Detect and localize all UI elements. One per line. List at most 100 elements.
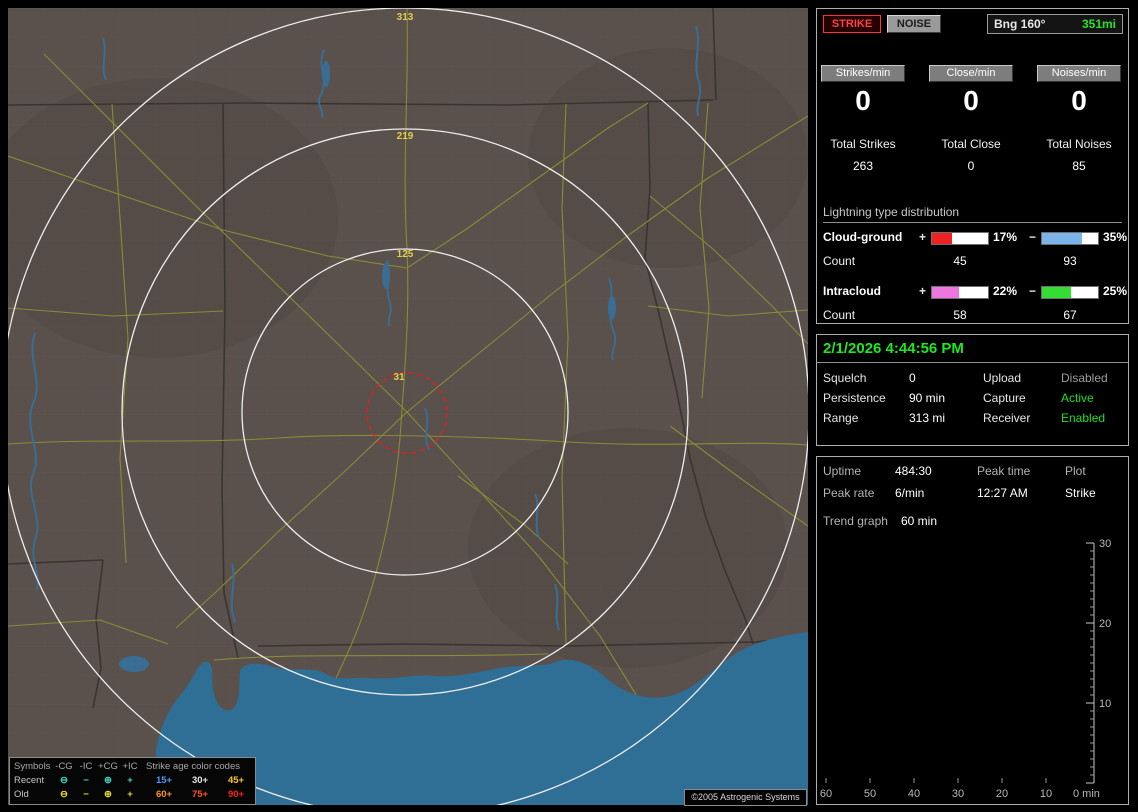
ic-plus-count: 58 xyxy=(953,308,967,322)
minus-icon: − xyxy=(1029,284,1037,298)
app-window: { "map": { "ring_labels": ["313", "219",… xyxy=(0,0,1138,812)
trend-x-tick-10: 10 xyxy=(1040,788,1052,800)
persistence-label: Persistence xyxy=(823,391,886,405)
circle-minus-icon: ⊖ xyxy=(60,789,68,800)
peak-rate-label: Peak rate xyxy=(823,486,875,500)
plus-icon: + xyxy=(127,775,133,786)
map-canvas: 313 219 125 31 xyxy=(0,7,810,812)
age-90: 90+ xyxy=(227,789,245,800)
trend-y-tick-20: 20 xyxy=(1099,618,1111,630)
close-per-min-button[interactable]: Close/min xyxy=(929,65,1013,82)
uptime-row: Uptime 484:30 Peak time Plot xyxy=(823,464,1126,480)
plus-icon: + xyxy=(127,789,133,800)
age-75: 75+ xyxy=(191,789,209,800)
copyright-notice: ©2005 Astrogenic Systems xyxy=(684,789,807,806)
status-row: Persistence 90 min Capture Active xyxy=(823,391,1126,407)
receiver-status: Enabled xyxy=(1061,411,1106,425)
strike-stats-panel: STRIKE NOISE Bng 160° 351mi Strikes/min … xyxy=(816,8,1129,324)
intracloud-row: Intracloud + 22% − 25% xyxy=(823,284,1127,299)
capture-status: Active xyxy=(1061,391,1094,405)
cg-minus-count: 93 xyxy=(1063,254,1077,268)
total-noises-value: 85 xyxy=(1072,159,1086,173)
trend-panel: Uptime 484:30 Peak time Plot Peak rate 6… xyxy=(816,456,1129,805)
trend-x-tick-40: 40 xyxy=(908,788,920,800)
range-value: 313 mi xyxy=(909,411,946,425)
squelch-label: Squelch xyxy=(823,371,867,385)
system-status-panel: 2/1/2026 4:44:56 PM Squelch 0 Upload Dis… xyxy=(816,334,1129,446)
total-close-value: 0 xyxy=(967,159,975,173)
uptime-label: Uptime xyxy=(823,464,862,478)
range-label: Range xyxy=(823,411,859,425)
uptime-value: 484:30 xyxy=(895,464,932,478)
peak-rate-value: 6/min xyxy=(895,486,925,500)
cg-minus-bar xyxy=(1041,232,1099,245)
close-per-min-value: 0 xyxy=(963,85,979,116)
age-60: 60+ xyxy=(155,789,173,800)
plot-value: Strike xyxy=(1065,486,1096,500)
strike-legend: Symbols -CG -IC +CG +IC Strike age color… xyxy=(9,757,256,805)
trend-x-tick-30: 30 xyxy=(952,788,964,800)
strike-button[interactable]: STRIKE xyxy=(823,15,881,33)
total-strikes-value: 263 xyxy=(852,159,874,173)
legend-col-ncg: -CG xyxy=(55,761,73,772)
cg-plus-bar xyxy=(931,232,989,245)
trend-x-tick-0min: 0 min xyxy=(1073,788,1100,800)
legend-col-pic: +IC xyxy=(122,761,138,772)
status-row: Squelch 0 Upload Disabled xyxy=(823,371,1126,387)
total-noises-label: Total Noises xyxy=(1046,137,1112,151)
plus-icon: + xyxy=(919,230,927,244)
age-30: 30+ xyxy=(191,775,209,786)
plot-label: Plot xyxy=(1065,464,1086,478)
trend-y-tick-10: 10 xyxy=(1099,698,1111,710)
minus-icon: − xyxy=(1029,230,1037,244)
distribution-title: Lightning type distribution xyxy=(823,205,1122,223)
ring-label-31: 31 xyxy=(393,372,405,383)
cloud-ground-label: Cloud-ground xyxy=(823,230,903,244)
status-row: Range 313 mi Receiver Enabled xyxy=(823,411,1126,427)
age-15: 15+ xyxy=(155,775,173,786)
trend-graph-value: 60 min xyxy=(901,514,938,528)
ic-plus-percent: 22% xyxy=(993,284,1018,298)
receiver-label: Receiver xyxy=(983,411,1031,425)
count-label: Count xyxy=(823,308,856,322)
total-close-label: Total Close xyxy=(941,137,1001,151)
upload-label: Upload xyxy=(983,371,1022,385)
trend-minor-ticks xyxy=(1090,550,1094,776)
datetime-display: 2/1/2026 4:44:56 PM xyxy=(823,340,964,357)
plus-icon: + xyxy=(919,284,927,298)
ring-label-219: 219 xyxy=(397,131,414,142)
capture-label: Capture xyxy=(983,391,1026,405)
trend-x-tick-50: 50 xyxy=(864,788,876,800)
persistence-value: 90 min xyxy=(909,391,946,405)
legend-col-pcg: +CG xyxy=(98,761,118,772)
peak-time-value: 12:27 AM xyxy=(977,486,1028,500)
trend-x-tick-20: 20 xyxy=(996,788,1008,800)
divider xyxy=(817,362,1128,363)
ic-minus-bar xyxy=(1041,286,1099,299)
minus-icon: − xyxy=(83,789,89,800)
peak-time-label: Peak time xyxy=(977,464,1031,478)
noise-button[interactable]: NOISE xyxy=(887,15,941,33)
strikes-per-min-value: 0 xyxy=(855,85,871,116)
upload-status: Disabled xyxy=(1061,371,1108,385)
ic-plus-bar xyxy=(931,286,989,299)
trend-graph-label: Trend graph xyxy=(823,514,888,528)
noises-per-min-value: 0 xyxy=(1071,85,1087,116)
trend-x-ticks xyxy=(825,778,1047,783)
circle-plus-icon: ⊕ xyxy=(104,789,112,800)
noises-per-min-button[interactable]: Noises/min xyxy=(1037,65,1121,82)
strikes-per-min-button[interactable]: Strikes/min xyxy=(821,65,905,82)
trend-graph-row: Trend graph 60 min xyxy=(823,514,1126,530)
ring-label-125: 125 xyxy=(397,249,414,260)
circle-minus-icon: ⊖ xyxy=(60,775,68,786)
trend-y-tick-30: 30 xyxy=(1099,538,1111,550)
minus-icon: − xyxy=(83,775,89,786)
cg-plus-count: 45 xyxy=(953,254,967,268)
bearing-label: Bng 160° xyxy=(994,17,1046,31)
legend-old-label: Old xyxy=(14,789,29,800)
trend-graph: 30 20 10 60 50 40 30 20 10 0 min xyxy=(820,538,1111,800)
total-strikes-label: Total Strikes xyxy=(830,137,896,151)
lightning-map[interactable]: 313 219 125 31 xyxy=(0,7,810,812)
ic-minus-count: 67 xyxy=(1063,308,1077,322)
cg-plus-percent: 17% xyxy=(993,230,1018,244)
